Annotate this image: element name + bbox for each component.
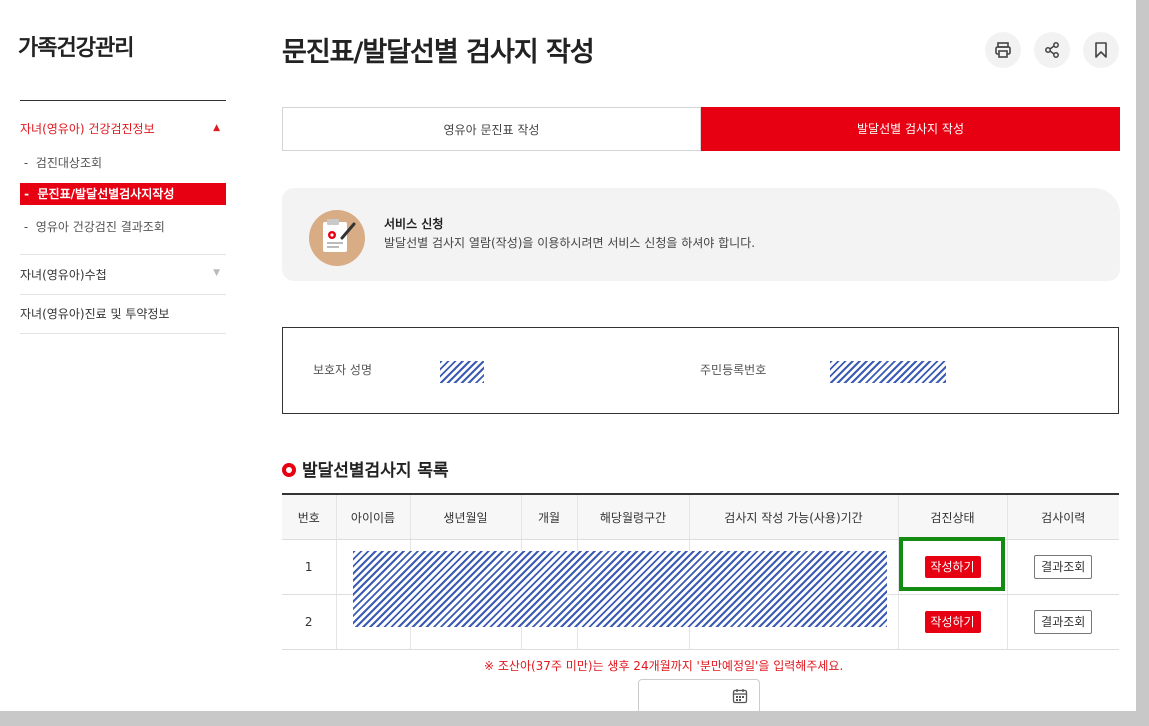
sidebar-subitem-checkup-target[interactable]: - 검진대상조회 [20,152,226,174]
guardian-name-label: 보호자 성명 [313,363,373,377]
sidebar-title: 가족건강관리 [18,36,134,61]
row-number: 1 [282,539,336,595]
document-pen-icon [309,210,365,266]
highlight-box [899,537,1005,591]
column-header: 검진상태 [897,493,1007,540]
sidebar-divider [20,100,226,101]
screening-list-title: 발달선별검사지 목록 [282,456,449,481]
redacted-guardian-name [440,361,484,383]
sidebar-subitem-result[interactable]: - 영유아 건강검진 결과조회 [20,216,226,238]
column-header: 검사지 작성 가능(사용)기간 [688,493,898,540]
sidebar-item-label: 자녀(영유아) 건강검진정보 [20,122,155,136]
column-header: 검사이력 [1006,493,1119,540]
history-cell: 결과조회 [1006,539,1119,595]
rrn-label: 주민등록번호 [700,363,767,377]
due-date-input[interactable] [638,679,760,711]
print-icon [995,42,1011,58]
sidebar-divider [20,294,226,295]
sidebar-item-handbook[interactable]: 자녀(영유아)수첩 ▼ [20,266,226,283]
column-header: 생년월일 [409,493,521,540]
redacted-child-info [353,551,887,627]
bookmark-button[interactable] [1083,32,1119,68]
tab-development-screening[interactable]: 발달선별 검사지 작성 [701,107,1120,151]
notice-title: 서비스 신청 [384,217,444,231]
write-button[interactable]: 작성하기 [924,611,981,633]
caret-up-icon: ▲ [213,123,220,133]
sidebar-item-label: 자녀(영유아)진료 및 투약정보 [20,307,170,321]
redacted-rrn [830,361,946,383]
premature-note: ※ 조산아(37주 미만)는 생후 24개월까지 '분만예정일'을 입력해주세요… [484,659,844,673]
sidebar-item-child-checkup-info[interactable]: 자녀(영유아) 건강검진정보 ▲ [20,120,226,140]
column-header: 개월 [520,493,577,540]
tab-questionnaire[interactable]: 영유아 문진표 작성 [282,107,701,151]
page-frame: 가족건강관리 자녀(영유아) 건강검진정보 ▲ - 검진대상조회 - 문진표/발… [0,0,1136,711]
row-number: 2 [282,594,336,650]
calendar-icon [732,689,748,704]
sidebar-divider [20,254,226,255]
column-header: 번호 [282,493,336,540]
status-cell: 작성하기 [897,594,1007,650]
table-header-row: 번호 아이이름 생년월일 개월 해당월령구간 검사지 작성 가능(사용)기간 검… [282,493,1119,540]
sidebar-divider [20,333,226,334]
guardian-info-box: 보호자 성명 주민등록번호 [282,327,1119,414]
sidebar-item-label: 자녀(영유아)수첩 [20,268,107,282]
service-notice: 서비스 신청 발달선별 검사지 열람(작성)을 이용하시려면 서비스 신청을 하… [282,188,1120,281]
share-button[interactable] [1034,32,1070,68]
column-header: 아이이름 [335,493,410,540]
history-cell: 결과조회 [1006,594,1119,650]
print-button[interactable] [985,32,1021,68]
sidebar-item-treatment[interactable]: 자녀(영유아)진료 및 투약정보 [20,305,226,322]
view-result-button[interactable]: 결과조회 [1034,610,1093,634]
view-result-button[interactable]: 결과조회 [1034,555,1093,579]
bookmark-icon [1095,42,1107,58]
caret-down-icon: ▼ [213,268,220,278]
share-icon [1045,42,1059,58]
sidebar-subitem-questionnaire[interactable]: - 문진표/발달선별검사지작성 [20,183,226,205]
location-pin-icon [282,463,296,477]
column-header: 해당월령구간 [576,493,689,540]
page-title: 문진표/발달선별 검사지 작성 [282,37,595,68]
notice-description: 발달선별 검사지 열람(작성)을 이용하시려면 서비스 신청을 하셔야 합니다. [384,236,756,250]
